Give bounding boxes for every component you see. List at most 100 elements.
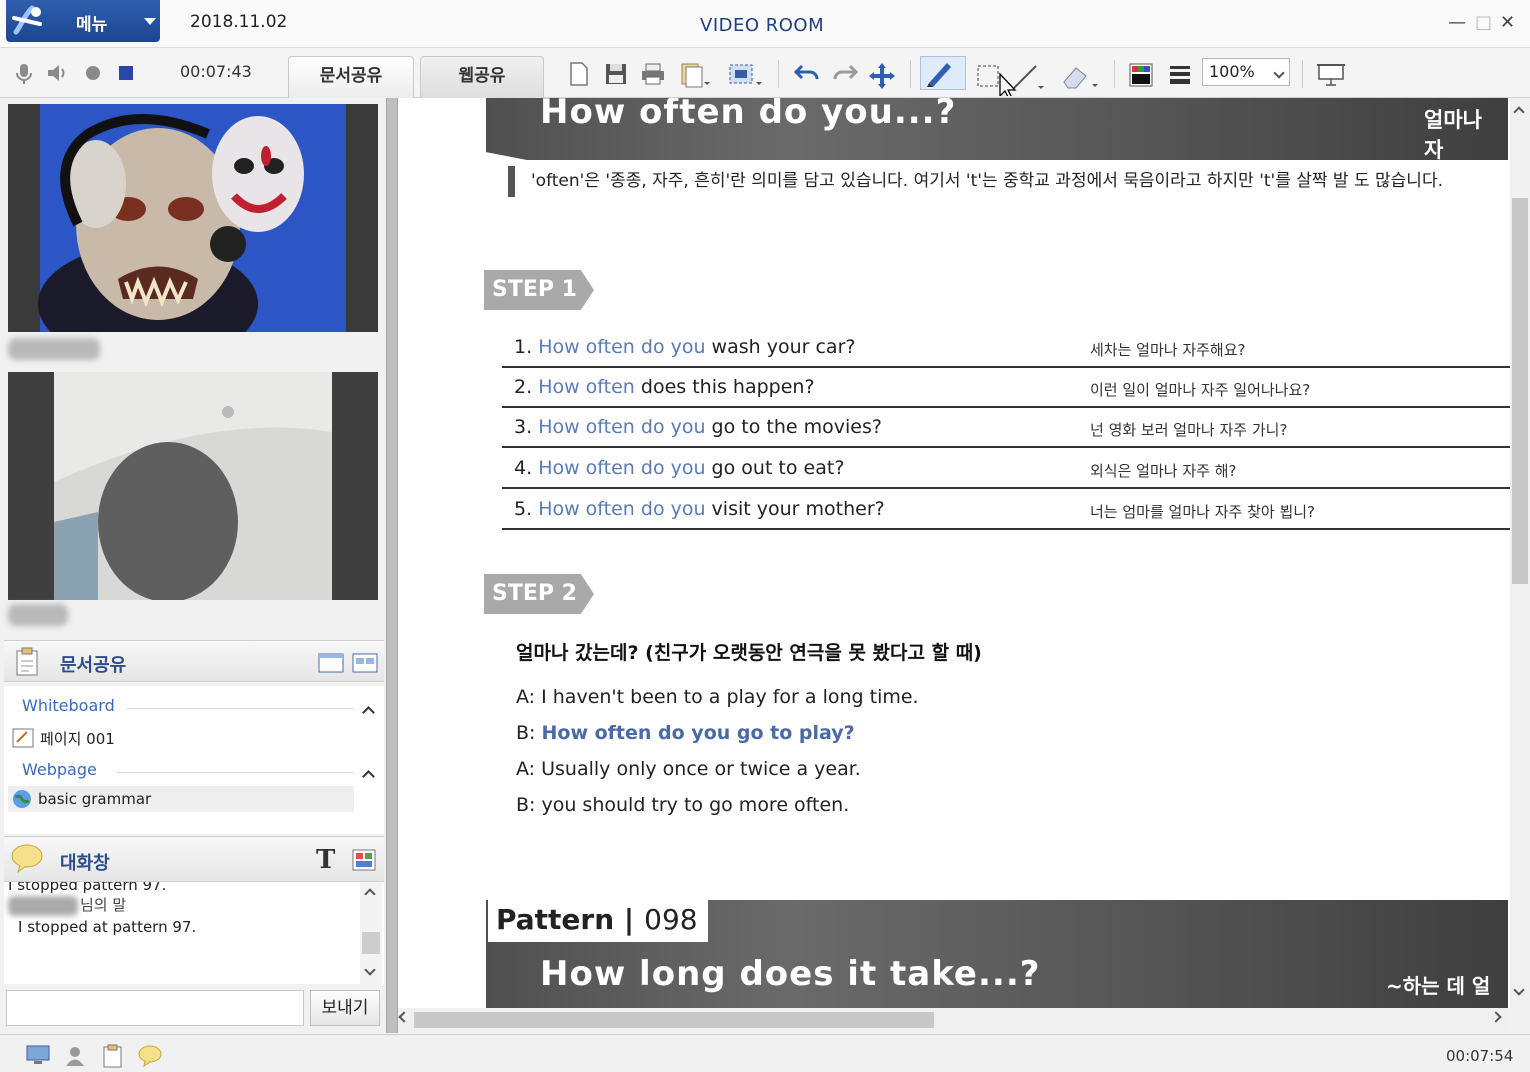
video-room-app: 메뉴 2018.11.02 VIDEO ROOM — □ ✕ 00:07:43 … [0, 0, 1530, 1072]
dialogue-line: A: I haven't been to a play for a long t… [516, 686, 919, 708]
divider [116, 772, 354, 773]
user-icon[interactable] [64, 1045, 86, 1067]
zoom-value: 100% [1209, 62, 1255, 81]
chevron-down-icon [1273, 67, 1285, 79]
sentence-en: 4. How often do you go out to eat? [514, 457, 845, 479]
zoom-select[interactable]: 100% [1202, 58, 1290, 86]
participant-name-blurred [8, 604, 68, 626]
status-bar: 00:07:54 [0, 1034, 1530, 1072]
globe-icon [13, 790, 31, 808]
pattern-label: Pattern [496, 903, 615, 936]
chevron-up-icon[interactable] [362, 770, 375, 783]
presentation-screen-icon[interactable] [1316, 62, 1346, 88]
emoticon-icon[interactable] [352, 849, 376, 871]
document-list: Whiteboard 페이지 001 Webpage basic grammar [4, 686, 384, 834]
session-timer: 00:07:43 [180, 62, 252, 81]
toolbar-divider [778, 60, 779, 88]
line-width-icon[interactable] [1168, 62, 1192, 86]
document-viewer: How often do you...? 얼마나 자 'often'은 '종종,… [398, 98, 1530, 1008]
app-logo-icon [12, 5, 42, 35]
print-icon[interactable] [640, 62, 666, 86]
title-bar: 메뉴 2018.11.02 VIDEO ROOM — □ ✕ [0, 0, 1530, 48]
sentence-en: 1. How often do you wash your car? [514, 336, 856, 358]
redo-icon[interactable] [832, 62, 858, 84]
maximize-icon[interactable]: □ [1475, 12, 1492, 33]
banner-korean: 얼마나 자 [1424, 108, 1482, 162]
list-item-label: basic grammar [38, 790, 152, 808]
pen-tool-button[interactable] [920, 56, 966, 90]
scroll-thumb[interactable] [1512, 198, 1528, 584]
step-2-label: STEP 2 [484, 574, 594, 614]
sentence-ko: 이런 일이 얼마나 자주 일어나나요? [1090, 381, 1311, 399]
minimize-icon[interactable]: — [1448, 12, 1466, 33]
tab-web-share[interactable]: 웹공유 [420, 56, 544, 98]
microphone-icon[interactable] [14, 62, 34, 86]
panel-splitter[interactable] [386, 98, 398, 1033]
chevron-up-icon[interactable] [362, 706, 375, 719]
document-vertical-scrollbar[interactable] [1510, 98, 1530, 1008]
save-icon[interactable] [604, 62, 628, 86]
webcam-image-student [8, 372, 378, 600]
clipboard-icon[interactable] [102, 1044, 124, 1068]
sentence-ko: 세차는 얼마나 자주해요? [1090, 341, 1246, 359]
chevron-up-icon[interactable] [364, 888, 376, 900]
sender-name-blurred [8, 896, 78, 916]
close-icon[interactable]: ✕ [1500, 12, 1515, 33]
chat-bubble-icon[interactable] [138, 1045, 162, 1067]
document-horizontal-scrollbar[interactable] [398, 1008, 1510, 1032]
sentence-ko: 너는 엄마를 얼마나 자주 찾아 뵙니? [1090, 503, 1316, 521]
send-button[interactable]: 보내기 [310, 990, 380, 1026]
chat-input[interactable] [6, 990, 304, 1026]
move-icon[interactable] [868, 62, 896, 90]
tab-document-share[interactable]: 문서공유 [288, 56, 414, 98]
record-icon[interactable] [86, 66, 100, 80]
undo-icon[interactable] [794, 62, 820, 84]
document-list-icon[interactable] [680, 62, 710, 88]
dialogue-title: 얼마나 갔는데? (친구가 오랫동안 연극을 못 봤다고 할 때) [516, 642, 982, 664]
list-item[interactable]: basic grammar [8, 786, 354, 812]
table-row: 3. How often do you go to the movies? 넌 … [502, 408, 1510, 448]
chat-title: 대화창 [60, 853, 110, 874]
next-pattern-korean: ~하는 데 얼 [1386, 974, 1491, 998]
stop-icon[interactable] [119, 66, 133, 80]
speaker-icon[interactable] [46, 62, 70, 84]
scroll-thumb[interactable] [362, 932, 380, 954]
text-format-icon[interactable]: T [316, 845, 335, 875]
chevron-right-icon[interactable] [1490, 1011, 1502, 1023]
chat-message: I stopped at pattern 97. [18, 918, 197, 936]
pen-icon [927, 63, 951, 87]
group-label-whiteboard[interactable]: Whiteboard [22, 696, 115, 715]
banner-title: How often do you...? [540, 98, 957, 132]
chevron-left-icon[interactable] [398, 1011, 410, 1023]
chevron-up-icon[interactable] [1513, 106, 1525, 118]
selection-and-line-tools-icon[interactable] [974, 62, 1044, 96]
eraser-icon[interactable] [1060, 62, 1104, 90]
monitor-icon[interactable] [26, 1045, 50, 1067]
thumbnail-view-icon[interactable] [352, 653, 378, 673]
chat-bubble-icon [11, 844, 43, 873]
scroll-thumb[interactable] [414, 1012, 934, 1028]
group-label-webpage[interactable]: Webpage [22, 760, 97, 779]
pattern-number: 098 [644, 903, 698, 936]
step-1-label: STEP 1 [484, 270, 594, 310]
table-row: 1. How often do you wash your car? 세차는 얼… [502, 328, 1510, 368]
explanation-note: 'often'은 '종종, 자주, 흔히'란 의미를 담고 있습니다. 여기서 … [508, 166, 1518, 197]
list-item-label: 페이지 001 [40, 730, 115, 748]
chat-message: I stopped pattern 97. [8, 882, 167, 894]
chat-scrollbar[interactable] [360, 882, 382, 984]
pattern-banner: How often do you...? 얼마나 자 [486, 98, 1508, 160]
sentence-en: 3. How often do you go to the movies? [514, 416, 882, 438]
chat-sender-label: 님의 말 [80, 896, 127, 914]
dialogue-line: B: How often do you go to play? [516, 722, 855, 744]
screen-capture-icon[interactable] [728, 62, 764, 88]
video-feed-student [8, 372, 378, 600]
chevron-down-icon[interactable] [364, 964, 376, 976]
toolbar-divider [1302, 60, 1303, 88]
color-palette-icon[interactable] [1128, 62, 1154, 88]
sentence-ko: 외식은 얼마나 자주 해? [1090, 462, 1237, 480]
elapsed-time: 00:07:54 [1446, 1047, 1514, 1065]
new-page-icon[interactable] [568, 62, 590, 86]
menu-button[interactable]: 메뉴 [6, 0, 160, 42]
chevron-down-icon[interactable] [1513, 984, 1525, 996]
window-view-icon[interactable] [318, 653, 344, 673]
